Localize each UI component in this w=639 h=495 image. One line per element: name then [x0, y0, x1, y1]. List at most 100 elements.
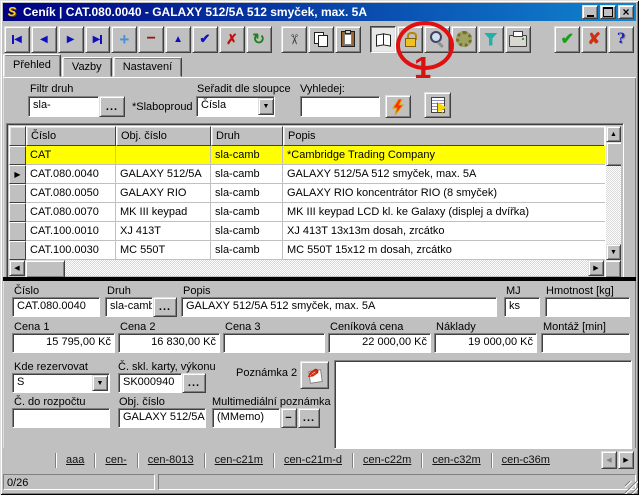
grid-header-druh[interactable]: Druh: [211, 126, 283, 146]
scroll-up-button[interactable]: ▲: [606, 126, 621, 142]
resize-grip[interactable]: [625, 481, 638, 494]
bottom-tab-cen[interactable]: cen-: [95, 450, 136, 471]
cut-icon: ✂: [286, 33, 303, 45]
bottom-tab-cen-c36m[interactable]: cen-c36m: [492, 450, 560, 471]
close-form-button[interactable]: ✘: [581, 26, 607, 53]
search-execute-button[interactable]: [385, 95, 411, 118]
cena2-field[interactable]: 16 830,00 Kč: [118, 333, 220, 353]
scroll-left-button[interactable]: ◀: [9, 260, 25, 276]
mj-label: MJ: [506, 285, 521, 297]
splitter-bar[interactable]: [3, 277, 636, 281]
ok-button[interactable]: ✔: [554, 26, 580, 53]
cena1-field[interactable]: 15 795,00 Kč: [12, 333, 115, 353]
delete-record-button[interactable]: −: [138, 26, 164, 53]
filter-button[interactable]: [478, 26, 504, 53]
grid-header-popis[interactable]: Popis: [283, 126, 604, 146]
druh-field[interactable]: sla-camb: [105, 297, 153, 317]
bottom-tab-cen-8013[interactable]: cen-8013: [138, 450, 204, 471]
insert-icon: +: [119, 32, 129, 47]
cancel-icon: ✗: [226, 31, 238, 48]
filter-druh-label: Filtr druh: [30, 83, 73, 95]
tab-prehled[interactable]: Přehled: [3, 54, 61, 77]
vertical-scroll-thumb[interactable]: [606, 142, 621, 166]
next-record-button[interactable]: ▶: [58, 26, 84, 53]
book-icon: [375, 33, 391, 46]
cenikova-cena-field[interactable]: 22 000,00 Kč: [328, 333, 431, 353]
poznamka2-edit-button[interactable]: [300, 361, 329, 389]
skl-karta-ellipsis-button[interactable]: ...: [182, 373, 206, 393]
sort-dropdown-button[interactable]: ▼: [258, 98, 274, 115]
tab-nastaveni[interactable]: Nastavení: [113, 57, 183, 77]
kde-rezervovat-dropdown-button[interactable]: ▼: [92, 375, 108, 391]
naklady-field[interactable]: 19 000,00 Kč: [434, 333, 537, 353]
bottom-tab-cen-c32m[interactable]: cen-c32m: [422, 450, 490, 471]
table-row-current[interactable]: ▶ CAT.080.0040 GALAXY 512/5A sla-camb GA…: [9, 165, 606, 184]
horizontal-scroll-thumb[interactable]: [25, 260, 65, 278]
cena3-label: Cena 3: [225, 321, 260, 333]
app-icon: S: [5, 5, 19, 19]
montaz-field[interactable]: [541, 333, 630, 353]
rozpocet-field[interactable]: [12, 408, 110, 428]
table-row[interactable]: CAT.100.0010 XJ 413T sla-camb XJ 413T 13…: [9, 222, 606, 241]
close-button[interactable]: ×: [618, 5, 634, 19]
bottom-tab-aaa[interactable]: aaa: [56, 450, 94, 471]
print-button[interactable]: [505, 26, 531, 53]
cislo-field[interactable]: CAT.080.0040: [12, 297, 100, 317]
grid-horizontal-scrollbar[interactable]: ◀ ▶: [9, 260, 604, 276]
browse-book-button[interactable]: [370, 26, 396, 53]
first-record-button[interactable]: ◀: [4, 26, 30, 53]
prior-record-button[interactable]: ◀: [31, 26, 57, 53]
cut-button[interactable]: ✂: [281, 26, 307, 53]
copy-button[interactable]: [308, 26, 334, 53]
tab-vazby[interactable]: Vazby: [62, 57, 112, 77]
obj-cislo-label: Obj. číslo: [119, 396, 165, 408]
hmotnost-field[interactable]: [545, 297, 630, 317]
mj-field[interactable]: ks: [504, 297, 540, 317]
mmemo-minus-button[interactable]: −: [281, 408, 297, 428]
popis-field[interactable]: GALAXY 512/5A 512 smyček, max. 5A: [181, 297, 497, 317]
last-record-button[interactable]: ▶: [85, 26, 111, 53]
insert-record-button[interactable]: +: [111, 26, 137, 53]
table-row[interactable]: CAT.080.0050 GALAXY RIO sla-camb GALAXY …: [9, 184, 606, 203]
grid-header-obj-cislo[interactable]: Obj. číslo: [116, 126, 211, 146]
bottom-tab-cen-c21m[interactable]: cen-c21m: [205, 450, 273, 471]
current-row-icon: ▶: [9, 165, 26, 184]
table-row[interactable]: CAT sla-camb *Cambridge Trading Company: [9, 146, 606, 165]
cancel-edit-button[interactable]: ✗: [219, 26, 245, 53]
skl-karta-field[interactable]: SK000940: [118, 373, 182, 393]
maximize-button[interactable]: [600, 5, 616, 19]
mmemo-ellipsis-button[interactable]: ...: [298, 408, 320, 428]
grid-header-cislo[interactable]: Číslo: [26, 126, 116, 146]
grid-vertical-scrollbar[interactable]: ▲ ▼: [606, 126, 621, 260]
scroll-left-icon: ◀: [606, 456, 611, 464]
filter-druh-ellipsis-button[interactable]: ...: [99, 96, 125, 117]
paste-button[interactable]: [335, 26, 361, 53]
locate-button[interactable]: [424, 92, 451, 118]
poznamka2-textarea[interactable]: [334, 360, 632, 449]
cena2-label: Cena 2: [120, 321, 155, 333]
table-row[interactable]: CAT.100.0030 MC 550T sla-camb MC 550T 15…: [9, 241, 606, 260]
search-input[interactable]: [300, 96, 380, 117]
paste-icon: [341, 31, 355, 47]
table-row[interactable]: CAT.080.0070 MK III keypad sla-camb MK I…: [9, 203, 606, 222]
cenikova-cena-label: Ceníková cena: [330, 321, 403, 333]
settings-button[interactable]: [451, 26, 477, 53]
help-button[interactable]: ?: [608, 26, 634, 53]
bottom-tab-cen-c21m-d[interactable]: cen-c21m-d: [274, 450, 352, 471]
cena3-field[interactable]: [223, 333, 325, 353]
obj-cislo-field[interactable]: GALAXY 512/5A: [118, 408, 206, 428]
scroll-down-button[interactable]: ▼: [606, 244, 621, 260]
mmemo-label: Multimediální poznámka: [212, 396, 331, 408]
mmemo-field[interactable]: (MMemo): [212, 408, 280, 428]
filter-druh-input[interactable]: sla-: [28, 96, 99, 117]
minimize-button[interactable]: [582, 5, 598, 19]
bottom-tabs-scroll-right-button[interactable]: ▶: [618, 451, 634, 469]
refresh-button[interactable]: ↻: [246, 26, 272, 53]
druh-ellipsis-button[interactable]: ...: [153, 297, 177, 317]
bottom-tabs-scroll-left-button[interactable]: ◀: [601, 451, 617, 469]
edit-record-button[interactable]: ▲: [165, 26, 191, 53]
close-icon: ×: [622, 7, 629, 17]
post-edit-button[interactable]: ✔: [192, 26, 218, 53]
bottom-tab-cen-c22m[interactable]: cen-c22m: [353, 450, 421, 471]
scroll-right-button[interactable]: ▶: [588, 260, 604, 276]
